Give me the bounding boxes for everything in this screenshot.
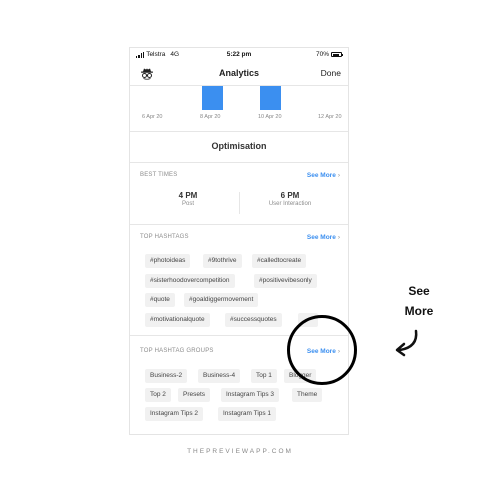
hashtag-group-chip[interactable]: Top 1 [251, 369, 277, 383]
chevron-right-icon: › [337, 234, 340, 241]
top-hashtags-label: TOP HASHTAGS [140, 234, 189, 240]
hashtag-group-chip[interactable]: Business-4 [198, 369, 241, 383]
chevron-right-icon: › [337, 172, 340, 179]
footer-watermark: THEPREVIEWAPP.COM [187, 448, 293, 455]
hashtag-chip[interactable]: #motivationalquote [145, 313, 210, 327]
x-tick-label: 12 Apr 20 [318, 114, 342, 120]
hashtag-chip[interactable]: #photoideas [145, 254, 191, 268]
best-times-see-more[interactable]: See More › [307, 172, 340, 179]
optimisation-title: Optimisation [211, 141, 267, 151]
best-time-post-label: Post [181, 201, 194, 207]
see-more-label: See More [306, 234, 336, 241]
status-bar: Telstra 4G 5:22 pm 70% [130, 48, 348, 62]
done-button[interactable]: Done [321, 68, 341, 78]
hashtag-chip[interactable]: #quote [145, 293, 175, 307]
highlight-circle [287, 315, 357, 385]
divider [130, 162, 348, 163]
annotation-line-2: More [404, 304, 434, 318]
hashtag-group-chip[interactable]: Business-2 [145, 369, 188, 383]
bar-chart: 6 Apr 20 8 Apr 20 10 Apr 20 12 Apr 20 [130, 86, 348, 132]
chart-bar [260, 86, 281, 110]
chart-bar [202, 86, 223, 110]
status-right: 70% [315, 51, 343, 58]
hashtag-chip[interactable]: #positivevibesonly [254, 274, 317, 288]
x-tick-label: 10 Apr 20 [258, 114, 282, 120]
hashtag-chip[interactable]: #goaldiggermovement [184, 293, 259, 307]
best-time-interaction-label: User Interaction [268, 201, 312, 207]
battery-percent: 70% [315, 51, 329, 58]
hashtag-group-chip[interactable]: Presets [178, 388, 211, 402]
hashtag-group-chip[interactable]: Instagram Tips 3 [221, 388, 280, 402]
hashtag-group-chip[interactable]: Instagram Tips 2 [145, 407, 204, 421]
best-times-label: BEST TIMES [140, 172, 178, 178]
hashtag-chip[interactable]: #9tothrive [203, 254, 242, 268]
divider [130, 224, 348, 225]
best-time-interaction-value: 6 PM [280, 191, 300, 200]
hashtag-chip[interactable]: #successquotes [225, 313, 282, 327]
nav-bar: Analytics Done [130, 62, 348, 86]
battery-icon [331, 52, 343, 57]
page-title: Analytics [218, 68, 260, 78]
hashtag-group-chip[interactable]: Instagram Tips 1 [218, 407, 277, 421]
top-hashtag-groups-label: TOP HASHTAG GROUPS [140, 348, 214, 354]
annotation-line-1: See [408, 284, 430, 298]
see-more-label: See More [306, 172, 336, 179]
hashtag-chip[interactable]: #calledtocreate [252, 254, 307, 268]
hashtag-group-chip[interactable]: Top 2 [145, 388, 171, 402]
x-tick-label: 8 Apr 20 [200, 114, 221, 120]
top-hashtags-see-more[interactable]: See More › [307, 234, 340, 241]
curved-arrow-icon [395, 329, 418, 357]
annotation-see-more: See More [393, 281, 445, 321]
hashtag-group-chip[interactable]: Theme [292, 388, 323, 402]
hashtag-chip[interactable]: #sisterhoodovercompetition [145, 274, 235, 288]
best-time-post-value: 4 PM [178, 191, 198, 200]
x-tick-label: 6 Apr 20 [142, 114, 163, 120]
